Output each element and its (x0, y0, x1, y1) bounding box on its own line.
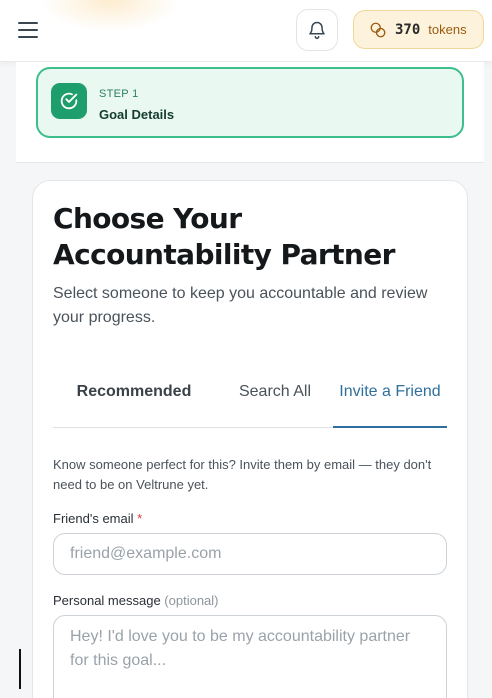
tokens-badge[interactable]: 370 tokens (353, 10, 484, 49)
text-cursor (19, 649, 21, 689)
optional-mark: (optional) (164, 593, 219, 608)
top-bar: 370 tokens (0, 0, 492, 62)
step-card[interactable]: STEP 1 Goal Details (36, 67, 464, 138)
coins-icon (370, 22, 386, 37)
notifications-button[interactable] (296, 9, 338, 51)
tab-recommended[interactable]: Recommended (53, 357, 215, 427)
page-subtitle: Select someone to keep you accountable a… (53, 285, 428, 326)
message-label-text: Personal message (53, 593, 161, 608)
tokens-count: 370 (395, 21, 421, 38)
step-kicker: STEP 1 (99, 88, 139, 100)
friend-email-input[interactable] (53, 533, 447, 575)
personal-message-input[interactable] (53, 615, 447, 698)
partner-tabs: Recommended Search All Invite a Friend (53, 357, 447, 428)
tokens-label: tokens (428, 22, 467, 37)
tab-search-all[interactable]: Search All (223, 357, 327, 427)
partner-card: Choose Your Accountability Partner Selec… (32, 180, 468, 698)
required-mark: * (137, 511, 143, 526)
email-label: Friend's email * (53, 511, 142, 526)
logo-glow (40, 0, 180, 32)
tab-invite-friend[interactable]: Invite a Friend (333, 357, 447, 428)
email-label-text: Friend's email (53, 511, 134, 526)
invite-help-text: Know someone perfect for this? Invite th… (53, 457, 432, 492)
bell-icon (309, 21, 325, 40)
check-circle-icon (60, 92, 78, 110)
step-section: STEP 1 Goal Details (16, 62, 484, 163)
step-status-icon (51, 83, 87, 119)
hamburger-menu-icon (18, 22, 38, 24)
step-title: Goal Details (99, 107, 175, 122)
page-title: Choose Your Accountability Partner (53, 202, 395, 271)
message-label: Personal message (optional) (53, 593, 219, 608)
menu-button[interactable] (14, 16, 42, 44)
